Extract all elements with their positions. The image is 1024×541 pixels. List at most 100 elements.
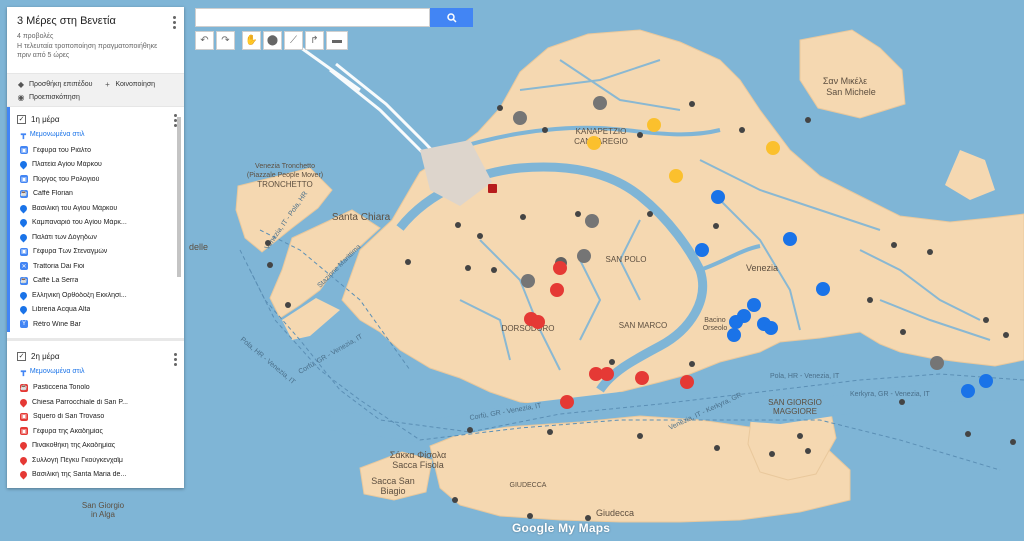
map-toolbar: ↶ ↷ ✋ ⬤ ⟋ ↱ ▬ [195,31,348,50]
layer-item-label: Squero di San Trovaso [33,413,105,421]
layer-item-label: Trattoria Dai Fioi [33,262,85,270]
share-label: Κοινοποίηση [115,81,156,88]
pin-icon [18,203,29,214]
layer-item[interactable]: ▣ Γέφυρα της Ακαδημίας [17,424,174,439]
layer-items: ▣ Γέφυρα του Ριάλτο Πλατεία Αγίου Μάρκου ▣ Π… [17,143,174,332]
share-button[interactable]: + Κοινοποίηση [102,80,155,89]
pin-icon [18,232,29,243]
restaurant-icon: ✕ [20,262,28,271]
layer-title[interactable]: 1η μέρα [31,115,59,124]
layer-checkbox[interactable]: ✓ [17,352,26,361]
layer-item-label: Γέφυρα του Ριάλτο [33,146,91,154]
label-san-michele: San Michele [826,87,876,97]
undo-icon[interactable]: ↶ [195,31,214,50]
layer-item[interactable]: Ελληνική Ορθόδοξη Εκκλησί... [17,288,174,303]
layer-item-label: Βασιλική του Αγίου Μάρκου [32,204,118,212]
layer-item-label: Pasticceria Tonolo [33,384,90,392]
layer-item-label: Ελληνική Ορθόδοξη Εκκλησί... [32,291,127,299]
hand-icon[interactable]: ✋ [242,31,261,50]
label-san-giorgio: SAN GIORGIO [768,398,822,407]
layer-item[interactable]: Βασιλική του Αγίου Μάρκου [17,201,174,216]
layer-item-label: Πλατεία Αγίου Μάρκου [32,161,102,169]
last-modified: Η τελευταία τροποποίηση πραγματοποιήθηκε… [17,42,174,61]
label-venezia: Venezia [746,263,778,273]
coffee-icon: ☕ [20,189,28,198]
add-layer-label: Προσθήκη επιπέδου [29,81,93,88]
layer-options-icon[interactable] [174,352,178,366]
pin-icon [18,455,29,466]
google-my-maps-logo: Google My Maps [512,521,611,535]
redo-icon[interactable]: ↷ [216,31,235,50]
style-label: Μεμονωμένα στιλ [29,130,85,138]
line-icon[interactable]: ⟋ [284,31,303,50]
layer-item[interactable]: Συλλογή Πέγκυ Γκούγκενχαϊμ [17,453,174,468]
camera-icon: ▣ [20,175,28,184]
label-orseolo: Orseolo [703,325,728,332]
label-in-alga: in Alga [91,510,116,519]
label-san-michele-gr: Σαν Μικέλε [823,76,867,86]
camera-icon: ▣ [20,247,28,256]
pin-icon [18,290,29,301]
layer-item-label: Πινακοθήκη της Ακαδημίας [32,442,116,450]
layer-item[interactable]: ▣ Squero di San Trovaso [17,410,174,425]
label-sacca-san: Sacca San [371,476,415,486]
layer-item[interactable]: ▣ Πύργος του Ρολογιού [17,172,174,187]
label-san-marco: SAN MARCO [619,321,667,330]
layer-item[interactable]: ▣ Γέφυρα Των Στεναγμών [17,245,174,260]
label-maggiore: MAGGIORE [773,407,817,416]
layer-item[interactable]: ▣ Γέφυρα του Ριάλτο [17,143,174,158]
layer-item-label: Παλάτι των Δόγηδων [32,233,97,241]
layer-item[interactable]: ☕ Caffè Florian [17,187,174,202]
panel-header: 3 Μέρες στη Βενετία 4 προβολές Η τελευτα… [7,7,184,73]
layer-checkbox[interactable]: ✓ [17,114,26,124]
layer-item[interactable]: Libreria Acqua Alta [17,303,174,318]
marker-icon[interactable]: ⬤ [263,31,282,50]
map-title[interactable]: 3 Μέρες στη Βενετία [17,15,174,27]
layer-item[interactable]: ☕ Caffè La Serra [17,274,174,289]
directions-icon[interactable]: ↱ [305,31,324,50]
layer-item[interactable]: Y Rètro Wine Bar [17,317,174,332]
layer-items: ☕ Pasticceria Tonolo Chiesa Parrocchiale d… [17,381,174,483]
label-santa-chiara: Santa Chiara [332,212,391,223]
views-count: 4 προβολές [17,33,54,40]
layer-item-label: Caffè Florian [33,190,73,198]
layer-day-2: ✓ 2η μέρα ┳ Μεμονωμένα στιλ ☕ Pasticceria… [7,337,184,483]
layer-title[interactable]: 2η μέρα [31,352,59,361]
panel-scrollbar[interactable] [177,117,181,277]
label-tronchetto-parking-2: (Piazzale People Mover) [247,172,323,179]
label-cannaregio: CANNAREGIO [574,137,628,146]
layer-item[interactable]: Καμπαναριό του Αγίου Μάρκ... [17,216,174,231]
individual-styles-link[interactable]: ┳ Μεμονωμένα στιλ [21,367,174,377]
ruler-icon[interactable]: ▬ [326,31,348,50]
camera-icon: ▣ [20,146,28,155]
label-dorsoduro: DORSODURO [502,324,555,333]
camera-icon: ▣ [20,427,28,436]
layer-item-label: Βασιλική της Santa Maria de... [32,471,127,479]
layer-item-label: Γέφυρα Των Στεναγμών [33,248,108,256]
last-modified-line: Η τελευταία τροποποίηση πραγματοποιήθηκε [17,43,158,50]
layer-item[interactable]: Πλατεία Αγίου Μάρκου [17,158,174,173]
layer-item[interactable]: Παλάτι των Δόγηδων [17,230,174,245]
layer-item[interactable]: Πινακοθήκη της Ακαδημίας [17,439,174,454]
coffee-icon: ☕ [20,383,28,392]
individual-styles-link[interactable]: ┳ Μεμονωμένα στιλ [21,129,174,139]
label-delle: delle [189,242,208,252]
more-options-icon[interactable] [173,16,177,29]
paint-roller-icon: ┳ [21,367,26,376]
label-san-polo: SAN POLO [606,255,647,264]
add-person-icon: + [105,80,110,89]
layer-item[interactable]: Chiesa Parrocchiale di San P... [17,395,174,410]
search-input[interactable] [195,8,430,27]
layer-item[interactable]: ✕ Trattoria Dai Fioi [17,259,174,274]
pin-icon [18,304,29,315]
add-layer-button[interactable]: ◆ Προσθήκη επιπέδου [16,80,93,89]
preview-label: Προεπισκόπηση [29,94,80,101]
paint-roller-icon: ┳ [21,129,26,139]
coffee-icon: ☕ [20,276,28,285]
search-button[interactable] [430,8,473,27]
label-san-giorgio-alga: San Giorgio [82,501,125,510]
preview-button[interactable]: ◉ Προεπισκόπηση [16,93,80,102]
layer-item[interactable]: Βασιλική της Santa Maria de... [17,468,174,483]
layer-item[interactable]: ☕ Pasticceria Tonolo [17,381,174,396]
last-modified-line: πριν από 5 ώρες [17,52,70,60]
